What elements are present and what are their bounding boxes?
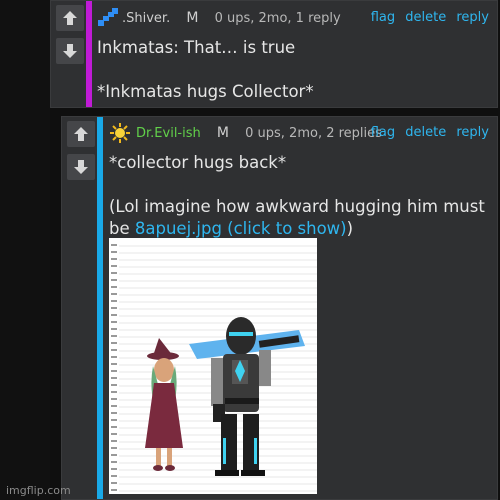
comment-stats: 0 ups, 2mo, 2 replies — [245, 126, 382, 141]
drawing-image — [109, 238, 317, 494]
comment-line: *Inkmatas hugs Collector* — [97, 82, 314, 101]
username[interactable]: .Shiver. — [122, 11, 170, 26]
flag-link[interactable]: flag — [371, 10, 395, 25]
vote-column — [62, 117, 96, 499]
comment-line: Inkmatas: That… is true — [97, 38, 296, 57]
sun-icon — [110, 123, 130, 143]
thread-bar — [97, 117, 103, 499]
arrow-up-icon — [74, 127, 88, 141]
left-gutter — [0, 0, 50, 500]
embedded-image[interactable] — [109, 238, 317, 494]
delete-link[interactable]: delete — [405, 125, 446, 140]
comment-line: (Lol imagine how awkward hugging him mus… — [109, 197, 485, 216]
downvote-button[interactable] — [56, 38, 84, 64]
mod-badge: M — [186, 10, 199, 26]
reply-link[interactable]: reply — [456, 125, 489, 140]
comment-stats: 0 ups, 2mo, 1 reply — [214, 11, 341, 26]
vote-column — [51, 1, 85, 107]
watermark: imgflip.com — [6, 484, 71, 497]
flag-link[interactable]: flag — [371, 125, 395, 140]
username[interactable]: Dr.Evil-ish — [136, 126, 201, 141]
comment-body: *collector hugs back* (Lol imagine how a… — [109, 152, 485, 240]
blue-pixel-icon — [98, 8, 118, 26]
reply-link[interactable]: reply — [456, 10, 489, 25]
image-link[interactable]: 8apuej.jpg (click to show) — [135, 219, 347, 238]
delete-link[interactable]: delete — [405, 10, 446, 25]
arrow-down-icon — [63, 44, 77, 58]
mod-badge: M — [216, 125, 229, 141]
upvote-button[interactable] — [67, 121, 95, 147]
comment-shiver: .Shiver. M 0 ups, 2mo, 1 reply flag dele… — [50, 0, 498, 108]
comment-body: Inkmatas: That… is true *Inkmatas hugs C… — [97, 37, 314, 103]
arrow-down-icon — [74, 160, 88, 174]
comment-line: be 8apuej.jpg (click to show)) — [109, 219, 354, 238]
thread-bar — [86, 1, 92, 107]
arrow-up-icon — [63, 11, 77, 25]
comment-line: *collector hugs back* — [109, 153, 287, 172]
upvote-button[interactable] — [56, 5, 84, 31]
downvote-button[interactable] — [67, 154, 95, 180]
